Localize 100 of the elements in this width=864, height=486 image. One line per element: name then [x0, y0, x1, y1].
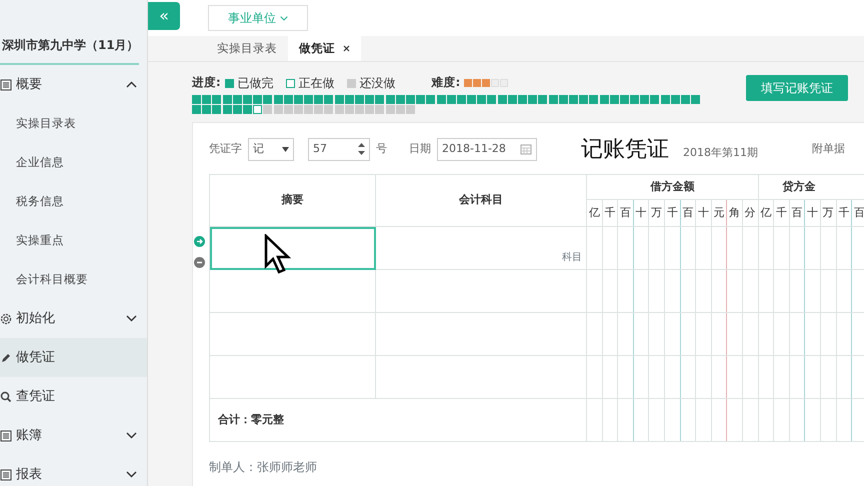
progress-square: [304, 95, 314, 104]
progress-square: [222, 95, 232, 104]
progress-square: [192, 95, 201, 104]
submenu-item[interactable]: 会计科目概要: [0, 260, 147, 299]
voucher-word-select[interactable]: 记: [248, 138, 294, 160]
legend-square: [224, 78, 234, 88]
pencil-icon: [0, 352, 12, 364]
account-cell[interactable]: 科目: [376, 226, 586, 270]
number-suffix: 号: [376, 140, 387, 157]
legend-label: 已做完: [238, 75, 274, 92]
remove-row-icon[interactable]: [194, 257, 205, 268]
progress-square: [548, 95, 558, 104]
summary-cell[interactable]: [210, 226, 376, 270]
spinner-icon[interactable]: [358, 142, 365, 156]
chevron-down-icon[interactable]: [126, 471, 137, 478]
close-icon[interactable]: [343, 44, 350, 52]
voucher-word-label: 凭证字: [209, 140, 242, 157]
submenu-item[interactable]: 企业信息: [0, 143, 147, 182]
progress-square: [456, 95, 466, 104]
progress-square: [528, 95, 538, 104]
number-field[interactable]: 57: [308, 138, 370, 160]
progress-square: [284, 95, 293, 104]
submenu-item[interactable]: 实操重点: [0, 221, 147, 260]
progress-square: [640, 95, 650, 104]
progress-square: [232, 95, 242, 104]
progress-square: [263, 95, 272, 104]
digit-header: 分: [742, 200, 758, 226]
period-text: 2018年第11期: [683, 144, 758, 161]
progress-square: [487, 95, 496, 104]
progress-square: [355, 95, 364, 104]
progress-square: [274, 95, 282, 104]
progress-square: [202, 105, 212, 114]
mouse-cursor-icon: [264, 234, 292, 274]
total-text: 合计：零元整: [218, 412, 284, 426]
summary-cell[interactable]: [210, 356, 376, 398]
progress-square: [386, 105, 395, 114]
account-cell[interactable]: [376, 356, 586, 398]
sidebar-item[interactable]: 做凭证: [0, 338, 147, 377]
progress-square: [274, 105, 282, 114]
progress-square: [630, 95, 640, 104]
chevron-down-icon[interactable]: [126, 315, 137, 322]
progress-square: [334, 105, 344, 114]
digit-header: 千: [836, 200, 852, 226]
progress-square: [620, 95, 629, 104]
progress-square: [579, 95, 588, 104]
add-row-icon[interactable]: [194, 236, 205, 247]
column-header: 贷方金: [758, 174, 864, 200]
sidebar-item[interactable]: 查凭证: [0, 377, 147, 416]
progress-square: [284, 105, 293, 114]
chevron-down-icon[interactable]: [126, 432, 137, 439]
calendar-icon: [520, 143, 532, 155]
progress-square: [324, 95, 334, 104]
caret-icon: [282, 146, 289, 152]
submenu-item[interactable]: 税务信息: [0, 182, 147, 221]
column-header: 会计科目: [376, 174, 586, 226]
progress-square: [610, 95, 619, 104]
progress-square: [416, 95, 426, 104]
summary-cell[interactable]: [210, 312, 376, 356]
progress-square: [518, 95, 527, 104]
progress-square: [446, 95, 456, 104]
progress-label: 进度:: [192, 74, 221, 92]
account-cell[interactable]: [376, 312, 586, 356]
voucher-title: 记账凭证: [581, 136, 669, 164]
progress-square: [426, 95, 436, 104]
progress-square: [558, 95, 568, 104]
progress-square: [242, 95, 252, 104]
progress-square: [508, 95, 517, 104]
progress-square: [477, 95, 486, 104]
date-label: 日期: [409, 140, 431, 157]
account-cell[interactable]: [376, 270, 586, 312]
progress-square: [406, 105, 415, 114]
progress-square: [681, 95, 690, 104]
progress-square: [396, 95, 405, 104]
digit-header: 百: [680, 200, 696, 226]
digit-header: 百: [789, 200, 805, 226]
progress-square: [192, 105, 201, 114]
progress-square: [436, 95, 446, 104]
tab[interactable]: 做凭证: [288, 36, 361, 61]
progress-square: [294, 105, 303, 114]
progress-square: [650, 95, 660, 104]
tab[interactable]: 实操目录表: [206, 36, 288, 61]
progress-square: [263, 105, 272, 114]
date-field[interactable]: 2018-11-28: [437, 138, 537, 160]
legend-square: [346, 78, 356, 88]
settings-icon: [0, 312, 12, 324]
legend-square: [286, 78, 295, 88]
sidebar-item[interactable]: 账簿: [0, 416, 147, 455]
chevron-up-icon[interactable]: [126, 81, 137, 88]
sidebar-item[interactable]: 初始化: [0, 299, 147, 338]
progress-square: [212, 105, 222, 114]
digit-header: 元: [711, 200, 727, 226]
progress-square: [222, 105, 232, 114]
progress-square: [365, 105, 374, 114]
submenu-item[interactable]: 实操目录表: [0, 104, 147, 143]
sidebar-item[interactable]: 概要: [0, 65, 147, 104]
column-header: 借方金额: [586, 174, 758, 200]
list-icon: [0, 78, 12, 90]
sidebar-item[interactable]: 报表: [0, 455, 147, 486]
column-header: 摘要: [210, 174, 376, 226]
progress-square: [253, 95, 262, 104]
